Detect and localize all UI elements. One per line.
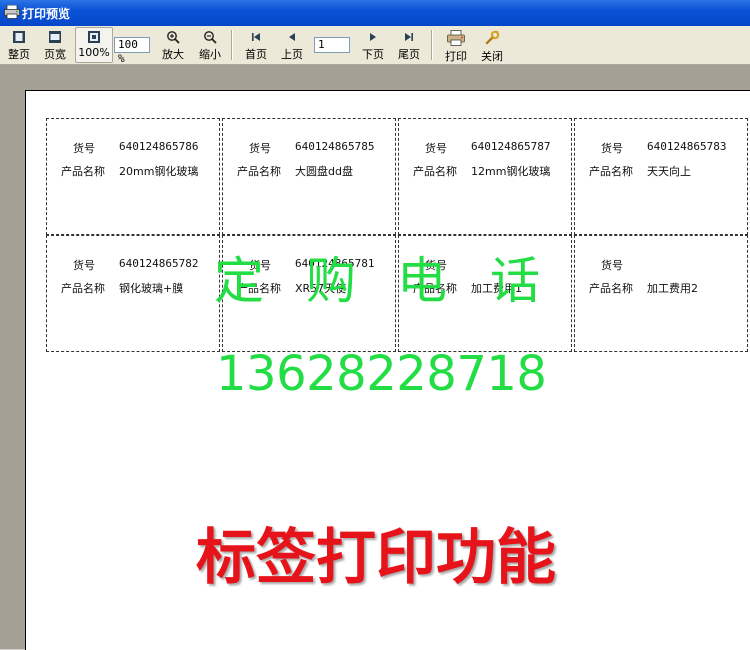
product-label: 货号 640124865785 产品名称 大圆盘dd盘 bbox=[222, 118, 396, 235]
item-no-key: 货号 bbox=[425, 142, 447, 155]
watermark-order-char: 定 bbox=[214, 252, 264, 310]
zoom-out-label: 缩小 bbox=[199, 48, 221, 61]
watermark-phone: 13628228718 bbox=[216, 346, 547, 402]
preview-area[interactable]: 货号 640124865786 产品名称 20mm钢化玻璃 货号 6401248… bbox=[0, 65, 750, 650]
last-page-icon bbox=[405, 33, 413, 41]
product-name-value: 钢化玻璃+膜 bbox=[119, 282, 184, 295]
item-no-value: 640124865787 bbox=[471, 140, 551, 153]
product-name-value: 天天向上 bbox=[647, 165, 691, 178]
zoom-out-icon bbox=[204, 31, 217, 44]
watermark-feature-title: 标签打印功能 bbox=[196, 523, 556, 593]
product-name-key: 产品名称 bbox=[413, 165, 457, 178]
product-label: 货号 640124865783 产品名称 天天向上 bbox=[574, 118, 748, 235]
zoom-in-label: 放大 bbox=[162, 48, 184, 61]
page-width-label: 页宽 bbox=[44, 48, 66, 61]
zoom-in-button[interactable]: 放大 bbox=[156, 28, 190, 62]
product-name-key: 产品名称 bbox=[589, 165, 633, 178]
close-label: 关闭 bbox=[481, 50, 503, 63]
product-name-value: 大圆盘dd盘 bbox=[295, 165, 353, 178]
product-name-value: 12mm钢化玻璃 bbox=[471, 165, 551, 178]
whole-page-label: 整页 bbox=[8, 48, 30, 61]
item-no-value: 640124865785 bbox=[295, 140, 375, 153]
zoom-out-button[interactable]: 缩小 bbox=[193, 28, 227, 62]
item-no-key: 货号 bbox=[601, 259, 623, 272]
first-page-button[interactable]: 首页 bbox=[239, 28, 273, 62]
item-no-value: 640124865783 bbox=[647, 140, 727, 153]
prev-page-button[interactable]: 上页 bbox=[275, 28, 309, 62]
page-number-input[interactable]: 1 bbox=[314, 37, 350, 53]
product-name-value: 加工费用2 bbox=[647, 282, 698, 295]
window-title: 打印预览 bbox=[22, 7, 71, 21]
last-page-label: 尾页 bbox=[398, 48, 420, 61]
product-label: 货号 640124865787 产品名称 12mm钢化玻璃 bbox=[398, 118, 572, 235]
zoom-in-icon bbox=[167, 31, 180, 44]
zoom-100-icon bbox=[88, 31, 100, 43]
next-page-label: 下页 bbox=[362, 48, 384, 61]
whole-page-button[interactable]: 整页 bbox=[2, 28, 36, 62]
toolbar-separator bbox=[431, 30, 433, 60]
close-icon bbox=[485, 30, 500, 45]
page-width-button[interactable]: 页宽 bbox=[38, 28, 72, 62]
first-page-icon bbox=[252, 33, 260, 41]
zoom-100-label: 100% bbox=[78, 46, 110, 59]
product-label: 货号 产品名称 加工费用2 bbox=[574, 235, 748, 352]
next-page-icon bbox=[370, 33, 376, 41]
last-page-button[interactable]: 尾页 bbox=[392, 28, 426, 62]
close-button[interactable]: 关闭 bbox=[475, 28, 509, 63]
prev-page-icon bbox=[289, 33, 295, 41]
print-label: 打印 bbox=[445, 50, 467, 63]
product-name-value: 20mm钢化玻璃 bbox=[119, 165, 199, 178]
watermark-order-char: 电 bbox=[397, 252, 447, 310]
item-no-value: 640124865786 bbox=[119, 140, 199, 153]
item-no-key: 货号 bbox=[601, 142, 623, 155]
whole-page-icon bbox=[13, 31, 25, 43]
product-name-key: 产品名称 bbox=[237, 165, 281, 178]
watermark-order-char: 购 bbox=[306, 252, 356, 310]
item-no-key: 货号 bbox=[249, 142, 271, 155]
print-button[interactable]: 打印 bbox=[439, 28, 473, 63]
title-bar: 打印预览 bbox=[0, 0, 750, 26]
product-label: 货号 640124865782 产品名称 钢化玻璃+膜 bbox=[46, 235, 220, 352]
item-no-value: 640124865782 bbox=[119, 257, 199, 270]
toolbar-separator bbox=[231, 30, 233, 60]
toolbar: 整页 页宽 100% 100 % 放大 缩小 首页 上页 1 下页 尾页 打印 … bbox=[0, 26, 750, 65]
first-page-label: 首页 bbox=[245, 48, 267, 61]
product-label: 货号 640124865786 产品名称 20mm钢化玻璃 bbox=[46, 118, 220, 235]
watermark-order-char: 话 bbox=[490, 252, 540, 310]
zoom-input[interactable]: 100 % bbox=[114, 37, 150, 65]
product-name-key: 产品名称 bbox=[61, 165, 105, 178]
preview-page: 货号 640124865786 产品名称 20mm钢化玻璃 货号 6401248… bbox=[25, 90, 750, 650]
page-width-icon bbox=[49, 31, 61, 43]
item-no-key: 货号 bbox=[73, 142, 95, 155]
product-name-key: 产品名称 bbox=[61, 282, 105, 295]
next-page-button[interactable]: 下页 bbox=[356, 28, 390, 62]
printer-icon bbox=[4, 5, 20, 19]
printer-icon bbox=[447, 30, 465, 46]
prev-page-label: 上页 bbox=[281, 48, 303, 61]
item-no-key: 货号 bbox=[73, 259, 95, 272]
zoom-100-button[interactable]: 100% bbox=[75, 27, 113, 63]
product-name-key: 产品名称 bbox=[589, 282, 633, 295]
